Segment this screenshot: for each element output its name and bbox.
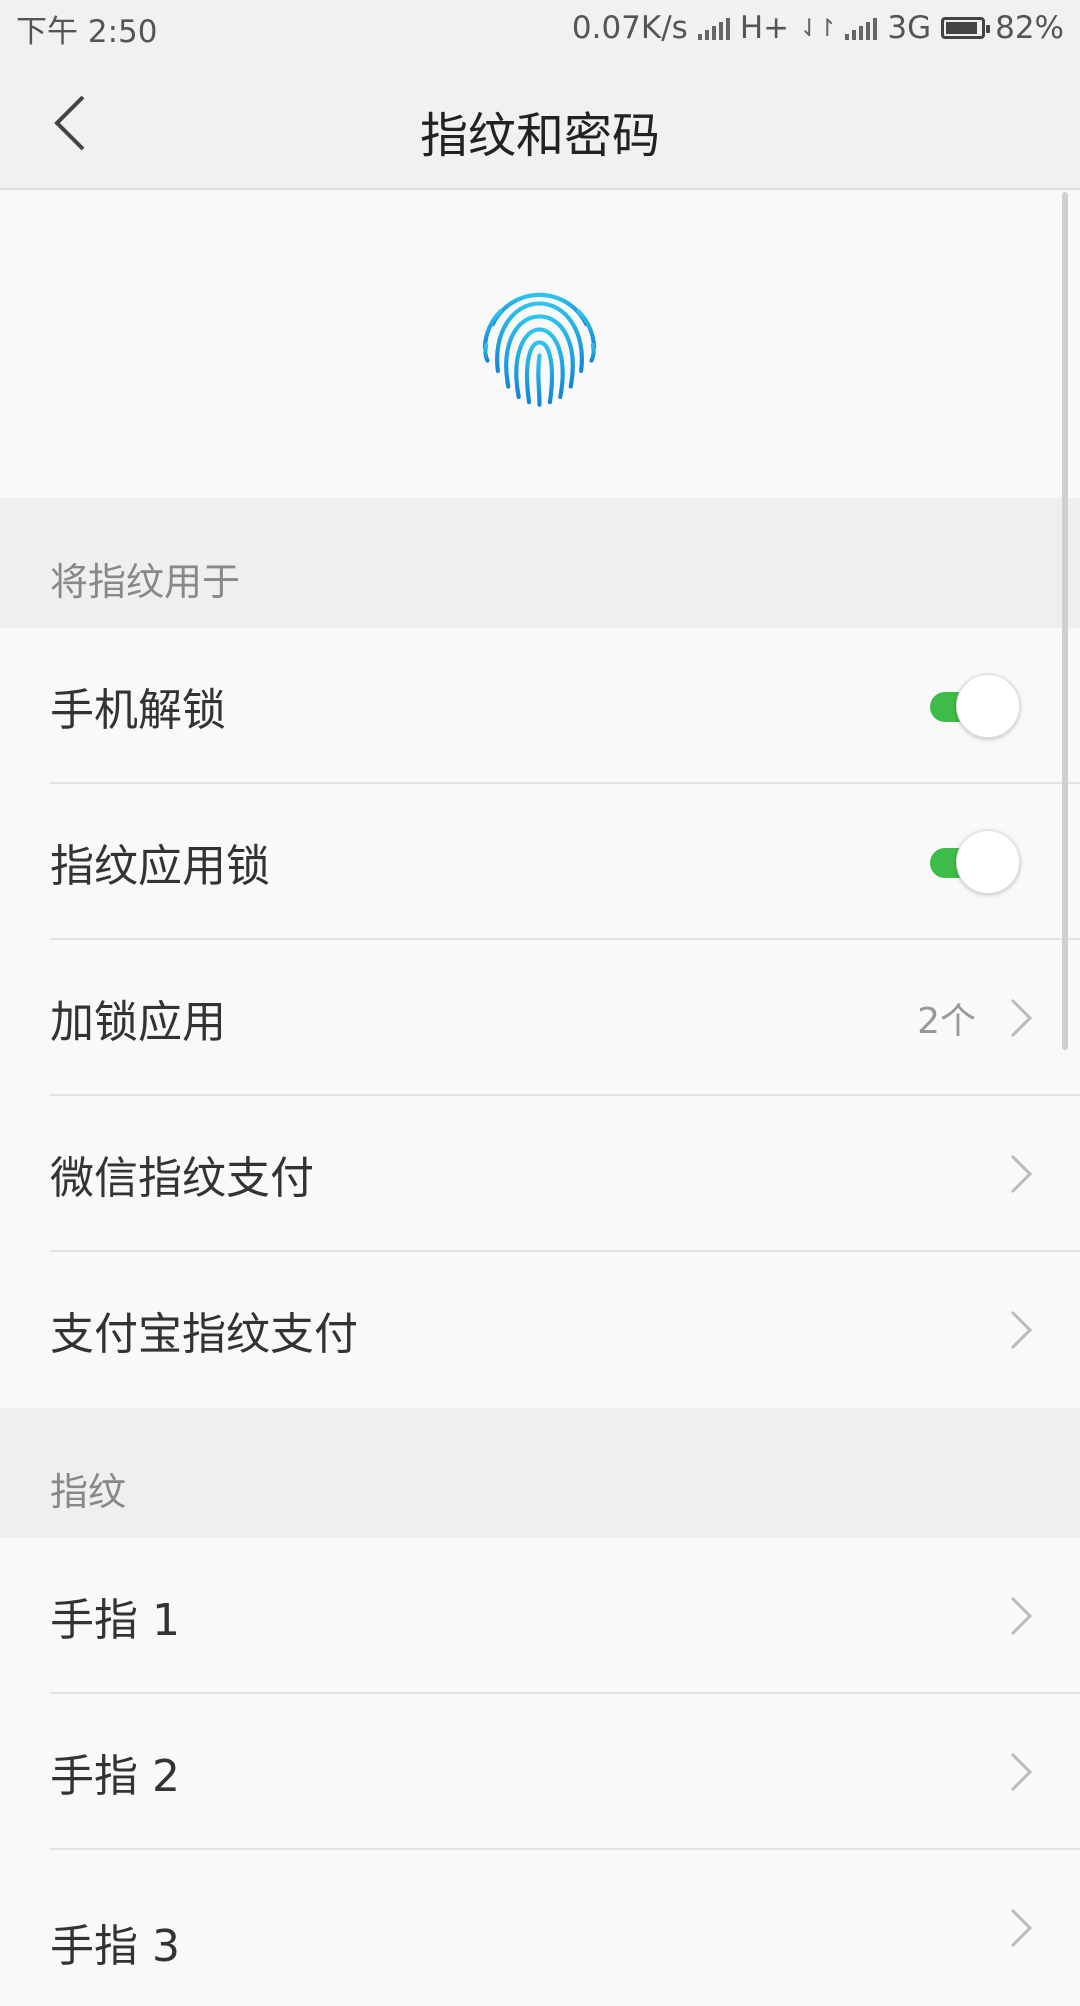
battery-percent: 82% — [995, 10, 1064, 46]
section-header-fingerprints: 指纹 — [0, 1408, 1080, 1538]
row-app-lock[interactable]: 指纹应用锁 — [0, 784, 1080, 940]
locked-apps-count: 2个 — [917, 1001, 976, 1042]
row-locked-apps[interactable]: 加锁应用 2个 — [0, 940, 1080, 1096]
row-finger-3[interactable]: 手指 3 — [0, 1850, 1080, 2006]
fingerprint-hero — [0, 190, 1080, 498]
signal-icon-2 — [845, 16, 878, 40]
phone-unlock-toggle[interactable] — [930, 674, 1020, 738]
chevron-right-icon — [1010, 1310, 1033, 1350]
title-bar: 指纹和密码 — [0, 56, 1080, 190]
battery-icon — [941, 17, 991, 39]
chevron-right-icon — [1010, 1596, 1033, 1636]
chevron-right-icon — [1010, 1154, 1033, 1194]
chevron-right-icon — [1010, 1908, 1033, 1948]
section-header-fingerprint-use: 将指纹用于 — [0, 498, 1080, 628]
status-bar: 下午 2:50 0.07K/s H+ ⇃↾ 3G 82% — [0, 0, 1080, 56]
row-finger-2[interactable]: 手指 2 — [0, 1694, 1080, 1850]
row-phone-unlock[interactable]: 手机解锁 — [0, 628, 1080, 784]
status-time: 下午 2:50 — [16, 13, 158, 50]
net-speed: 0.07K/s — [571, 10, 688, 46]
status-indicators: 0.07K/s H+ ⇃↾ 3G 82% — [572, 10, 1064, 46]
toggle-knob — [956, 830, 1020, 894]
row-label: 加锁应用 — [50, 997, 226, 1048]
section-title: 指纹 — [50, 1470, 127, 1514]
signal-icon — [697, 16, 730, 40]
fingerprint-icon — [482, 292, 597, 407]
row-wechat-pay[interactable]: 微信指纹支付 — [0, 1096, 1080, 1252]
app-lock-toggle[interactable] — [930, 830, 1020, 894]
scrollbar[interactable] — [1062, 192, 1068, 1050]
row-label: 指纹应用锁 — [50, 841, 270, 892]
section-title: 将指纹用于 — [50, 560, 241, 604]
network-type-1: H+ — [739, 10, 790, 46]
network-type-2: 3G — [887, 10, 932, 46]
row-finger-1[interactable]: 手指 1 — [0, 1538, 1080, 1694]
row-label: 手机解锁 — [50, 685, 226, 736]
row-label: 手指 3 — [50, 1921, 180, 1972]
page-title: 指纹和密码 — [419, 108, 660, 164]
row-label: 手指 2 — [50, 1751, 180, 1802]
data-transfer-icon: ⇃↾ — [799, 14, 837, 42]
row-label: 微信指纹支付 — [50, 1153, 314, 1204]
row-label: 支付宝指纹支付 — [50, 1309, 358, 1360]
chevron-right-icon — [1010, 1752, 1033, 1792]
row-alipay[interactable]: 支付宝指纹支付 — [0, 1252, 1080, 1408]
row-label: 手指 1 — [50, 1595, 180, 1646]
toggle-knob — [956, 674, 1020, 738]
chevron-right-icon — [1010, 998, 1033, 1038]
